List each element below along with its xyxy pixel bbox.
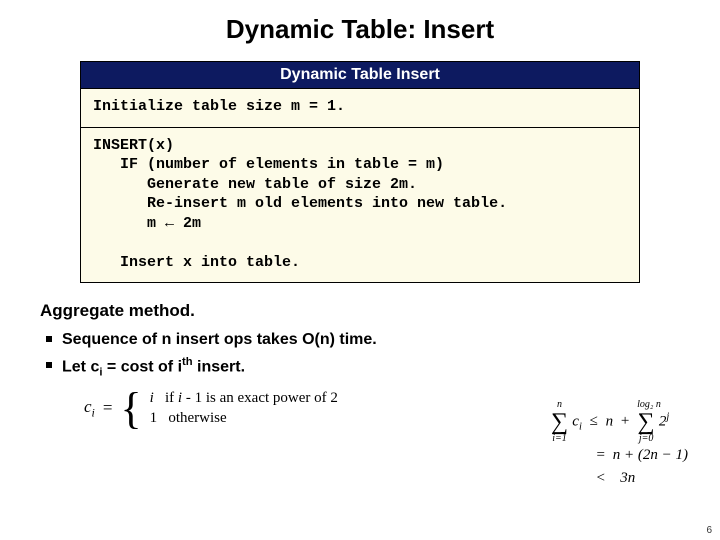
- sigma-icon: n ∑ i=1: [551, 400, 569, 444]
- case-2: 1 otherwise: [150, 408, 338, 428]
- algorithm-box: Dynamic Table Insert Initialize table si…: [80, 61, 640, 283]
- lt-op: <: [593, 470, 609, 486]
- algorithm-header: Dynamic Table Insert: [81, 62, 639, 89]
- brace-icon: {: [120, 391, 141, 426]
- subscript: i: [92, 405, 95, 419]
- eq-op: =: [593, 447, 609, 463]
- expr: n + (2n − 1): [613, 447, 688, 463]
- equals: =: [103, 398, 113, 418]
- subscript: i: [579, 421, 582, 432]
- bullet-text: Let c: [62, 358, 99, 375]
- ci-lhs: ci: [84, 397, 95, 420]
- var: c: [84, 397, 92, 416]
- list-item: Let ci = cost of ith insert.: [62, 355, 680, 381]
- sigma: ∑: [637, 410, 655, 434]
- otherwise-text: otherwise: [168, 410, 226, 426]
- superscript: th: [182, 356, 193, 368]
- section-heading: Aggregate method.: [40, 301, 680, 321]
- val: 1: [150, 410, 158, 426]
- sum-row-1: n ∑ i=1 ci ≤ n + log₂ n ∑ j=0 2j: [551, 400, 688, 444]
- var: n: [606, 413, 614, 429]
- sigma: ∑: [551, 410, 569, 434]
- bullet-list: Sequence of n insert ops takes O(n) time…: [40, 329, 680, 380]
- cond-text: - 1 is an exact power of 2: [182, 390, 338, 406]
- val: i: [150, 390, 154, 406]
- sum-lower: j=0: [637, 434, 655, 444]
- cases: i if i - 1 is an exact power of 2 1 othe…: [150, 388, 338, 429]
- page-number: 6: [706, 525, 712, 536]
- page-title: Dynamic Table: Insert: [0, 0, 720, 55]
- bullet-text: Sequence of n insert ops takes O(n) time…: [62, 331, 377, 348]
- sum-lower: i=1: [551, 434, 569, 444]
- ci-equation: ci = { i if i - 1 is an exact power of 2…: [84, 388, 338, 429]
- var: c: [572, 413, 579, 429]
- sum-row-3: < 3n: [551, 467, 688, 490]
- bullet-text: = cost of i: [102, 358, 182, 375]
- expr: 3n: [620, 470, 635, 486]
- sum-row-2: = n + (2n − 1): [551, 444, 688, 467]
- summation-block: n ∑ i=1 ci ≤ n + log₂ n ∑ j=0 2j = n + (…: [551, 400, 688, 489]
- superscript: j: [666, 411, 669, 422]
- algorithm-body: INSERT(x) IF (number of elements in tabl…: [81, 128, 639, 283]
- sigma-icon: log₂ n ∑ j=0: [637, 400, 655, 444]
- bullet-text: insert.: [193, 358, 245, 375]
- plus-op: +: [617, 413, 633, 429]
- list-item: Sequence of n insert ops takes O(n) time…: [62, 329, 680, 351]
- algorithm-init: Initialize table size m = 1.: [81, 89, 639, 127]
- if-text: if: [165, 390, 178, 406]
- le-op: ≤: [586, 413, 602, 429]
- case-1: i if i - 1 is an exact power of 2: [150, 388, 338, 408]
